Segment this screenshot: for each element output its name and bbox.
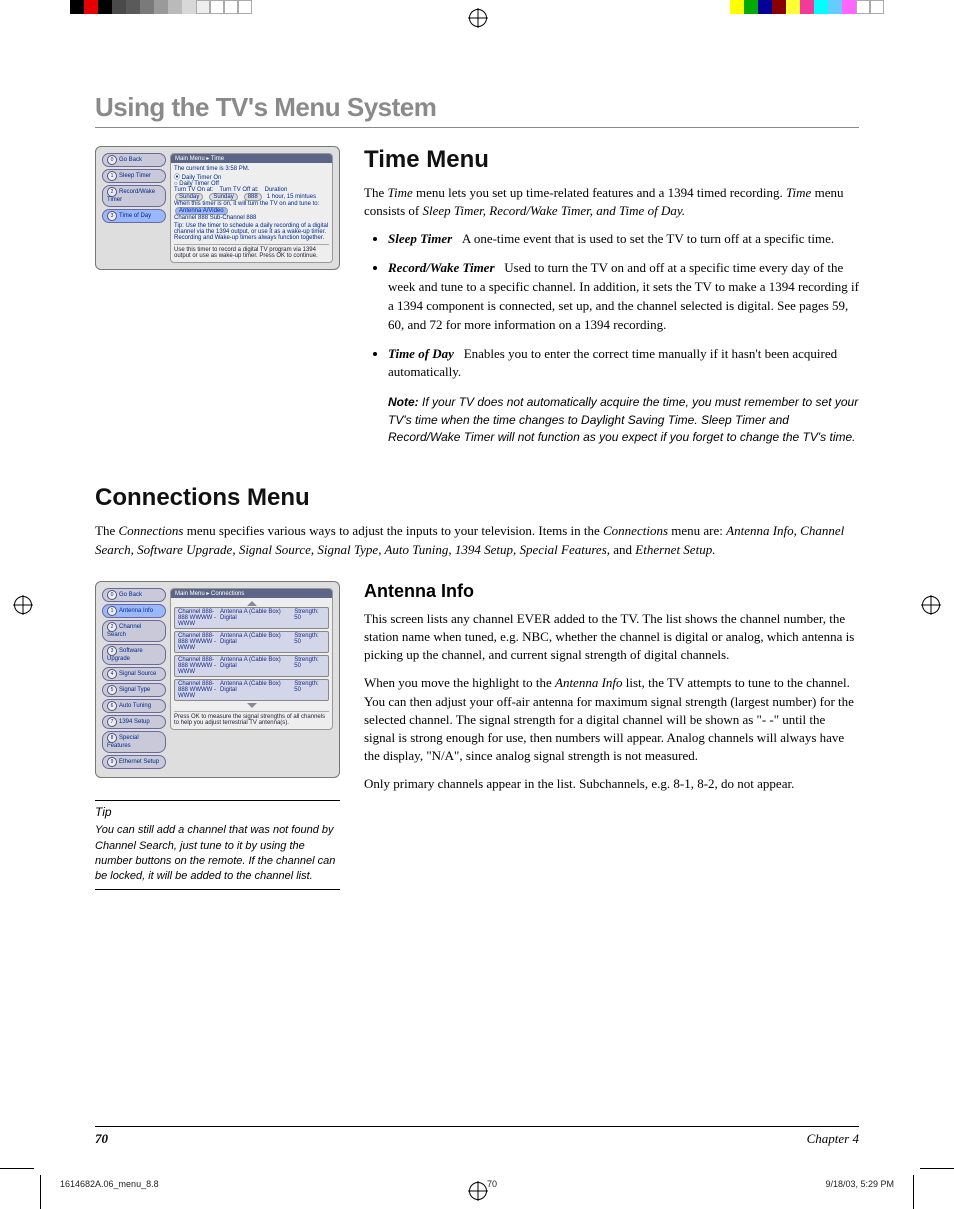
connections-heading: Connections Menu xyxy=(95,484,859,512)
chapter-label: Chapter 4 xyxy=(807,1131,859,1147)
page-number: 70 xyxy=(95,1131,108,1147)
tip-body: You can still add a channel that was not… xyxy=(95,823,340,885)
list-item: Sleep Timer A one-time event that is use… xyxy=(388,230,859,249)
rule xyxy=(95,127,859,128)
time-menu-list: Sleep Timer A one-time event that is use… xyxy=(364,230,859,382)
crop-mark xyxy=(920,1168,954,1169)
time-menu-heading: Time Menu xyxy=(364,146,859,174)
connections-block: Connections Menu The Connections menu sp… xyxy=(95,484,859,558)
antenna-info-p3: Only primary channels appear in the list… xyxy=(364,775,859,793)
antenna-info-heading: Antenna Info xyxy=(364,581,859,602)
antenna-info-p1: This screen lists any channel EVER added… xyxy=(364,610,859,665)
scroll-down-icon xyxy=(247,703,257,708)
antenna-info-block: 0Go Back 1Antenna Info 2Channel Search 3… xyxy=(95,581,859,894)
page: Using the TV's Menu System 0Go Back 1Sle… xyxy=(0,0,954,1209)
list-item: Record/Wake Timer Used to turn the TV on… xyxy=(388,259,859,334)
chapter-title: Using the TV's Menu System xyxy=(95,92,859,123)
registration-mark-left xyxy=(14,596,32,614)
content-area: Using the TV's Menu System 0Go Back 1Sle… xyxy=(95,92,859,894)
antenna-info-p2: When you move the highlight to the Anten… xyxy=(364,674,859,765)
crop-mark xyxy=(40,1175,41,1209)
scroll-up-icon xyxy=(247,601,257,606)
time-menu-block: 0Go Back 1Sleep Timer 2Record/Wake Timer… xyxy=(95,146,859,458)
meta-date: 9/18/03, 5:29 PM xyxy=(825,1179,894,1189)
meta-file: 1614682A.06_menu_8.8 xyxy=(60,1179,159,1189)
registration-mark-right xyxy=(922,596,940,614)
tip-block: Tip You can still add a channel that was… xyxy=(95,800,340,890)
page-footer: 70 Chapter 4 xyxy=(95,1126,859,1147)
print-meta: 1614682A.06_menu_8.8 70 9/18/03, 5:29 PM xyxy=(60,1179,894,1189)
time-menu-note: Note: If your TV does not automatically … xyxy=(388,394,859,446)
crop-mark xyxy=(0,1168,34,1169)
list-item: Time of Day Enables you to enter the cor… xyxy=(388,345,859,383)
crop-mark xyxy=(913,1175,914,1209)
connections-screenshot: 0Go Back 1Antenna Info 2Channel Search 3… xyxy=(95,581,340,778)
registration-mark-top xyxy=(469,9,487,27)
connections-intro: The Connections menu specifies various w… xyxy=(95,522,859,558)
time-menu-intro: The Time menu lets you set up time-relat… xyxy=(364,184,859,220)
colorbar-left xyxy=(70,0,252,14)
tip-heading: Tip xyxy=(95,805,340,819)
time-menu-screenshot: 0Go Back 1Sleep Timer 2Record/Wake Timer… xyxy=(95,146,340,270)
meta-page: 70 xyxy=(487,1179,497,1189)
colorbar-right xyxy=(730,0,884,14)
